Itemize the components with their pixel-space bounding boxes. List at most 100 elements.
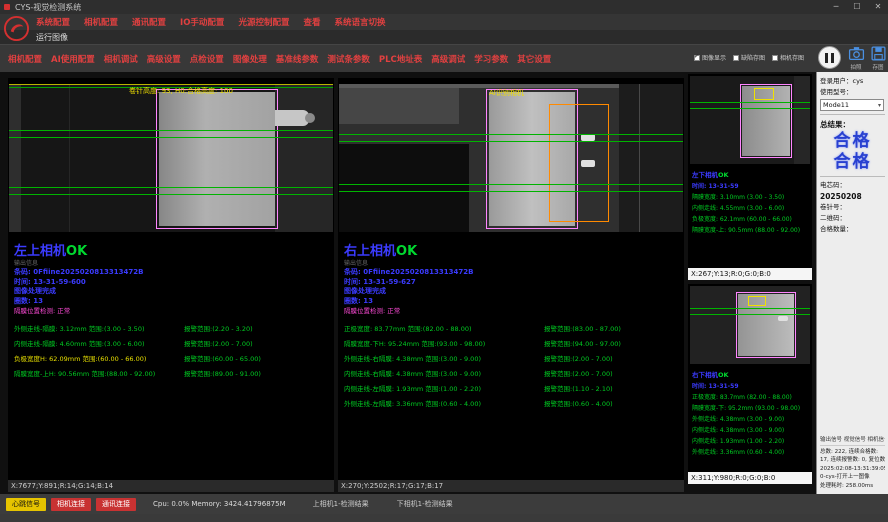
divider <box>820 114 885 115</box>
camera-right-view[interactable]: AI识别相机 <box>339 84 683 232</box>
app-logo <box>3 15 30 42</box>
result-sidebar: 登录用户：cys 使用型号： Mode11 ▾ 总结果： 合格 合格 电芯码： … <box>816 72 888 494</box>
statistics-line: 处理耗时: 258.00ms <box>820 482 885 491</box>
menu-view[interactable]: 查看 <box>303 16 320 28</box>
tab-lower-camera-result[interactable]: 下相机1-检测结果 <box>397 499 453 509</box>
camera-left-results: 左上相机OK 输出信息 条码: 0Ffiine2025020813313472B… <box>14 244 328 382</box>
menu-camera-config[interactable]: 相机配置 <box>84 16 118 28</box>
tab-upper-camera-result[interactable]: 上相机1-检测结果 <box>313 499 369 509</box>
qr-code-label: 二维码： <box>820 213 885 224</box>
close-button[interactable]: ✕ <box>872 0 884 14</box>
camera-name: 右上相机 <box>344 244 396 259</box>
measurement-line: 隔膜宽度: 3.10mm (3.00 - 3.50) <box>692 192 800 203</box>
comm-connection-chip: 通讯连接 <box>96 498 136 511</box>
measurement-row: 外侧走线-隔膜: 3.12mm 范围:(3.00 - 3.50)报警范围:(2.… <box>14 322 328 337</box>
machine-block <box>619 84 683 232</box>
option-defect-save[interactable]: 缺陷存图 <box>733 53 765 62</box>
time-text: 时间: 13-31-59 <box>692 181 800 192</box>
roi-box-yellow <box>754 88 774 100</box>
checkbox-icon[interactable] <box>772 55 778 61</box>
option-camera-save[interactable]: 相机存图 <box>772 53 804 62</box>
measurement-line: 外侧走线: 3.36mm (0.60 - 4.00) <box>692 447 800 458</box>
total-result-label: 总结果： <box>820 118 885 131</box>
statistics-line: 0-cys-打开上一图像 <box>820 473 885 482</box>
roi-box-yellow <box>748 296 766 306</box>
measurement-line: 隔膜宽度-上: 90.5mm (88.00 - 92.00) <box>692 225 800 236</box>
tool-teststrip-params[interactable]: 测试条参数 <box>327 53 370 65</box>
camera-right-panel: AI识别相机 右上相机OK 输出信息 条码: 0Ffiine2025020813… <box>338 78 684 480</box>
option-image-display[interactable]: 图像显示 <box>694 53 726 62</box>
divider <box>820 176 885 177</box>
pause-button[interactable] <box>818 46 841 69</box>
measurement-row: 外侧走线-左隔膜: 3.36mm 范围:(0.60 - 4.00)报警范围:(0… <box>344 397 678 412</box>
height-overlay-label: 卷针高度: 93, H0:合格高度: 100 <box>129 86 233 96</box>
process-done-text: 图像处理完成 <box>14 287 328 297</box>
bright-spot <box>581 134 595 141</box>
bright-spot <box>581 160 595 167</box>
tool-learning-params[interactable]: 学习参数 <box>474 53 508 65</box>
machine-block <box>275 84 333 232</box>
login-user-label: 登录用户： <box>820 77 853 85</box>
measure-line <box>339 191 683 192</box>
pause-icon <box>825 53 828 63</box>
window-title: CYS-视觉检测系统 <box>15 2 81 13</box>
camera-thumb-top-view[interactable] <box>690 76 810 164</box>
app-icon <box>4 4 10 10</box>
tool-other-settings[interactable]: 其它设置 <box>517 53 551 65</box>
measure-line <box>9 137 333 138</box>
tool-camera-debug[interactable]: 相机调试 <box>104 53 138 65</box>
camera-icon <box>848 45 865 62</box>
login-user-row: 登录用户：cys <box>820 76 885 87</box>
menu-comm-config[interactable]: 通讯配置 <box>132 16 166 28</box>
checkbox-icon[interactable] <box>733 55 739 61</box>
main-area: 卷针高度: 93, H0:合格高度: 100 左上相机OK 输出信息 条码: 0… <box>0 72 888 494</box>
capture-button[interactable]: 拍照 <box>846 45 866 71</box>
pause-icon <box>831 53 834 63</box>
measurement-line: 内侧走线: 4.55mm (3.00 - 6.00) <box>692 203 800 214</box>
tool-image-processing[interactable]: 图像处理 <box>233 53 267 65</box>
menu-io-manual-config[interactable]: IO手动配置 <box>180 16 224 28</box>
minimize-button[interactable]: ─ <box>830 0 842 14</box>
tool-ai-config[interactable]: AI使用配置 <box>51 53 95 65</box>
measurement-line: 内侧走线: 1.93mm (1.00 - 2.20) <box>692 436 800 447</box>
tab-run-image[interactable]: 运行图像 <box>36 32 68 43</box>
app-window: CYS-视觉检测系统 ─ ☐ ✕ 系统配置 相机配置 通讯配置 IO手动配置 光… <box>0 0 888 522</box>
roi-box-orange <box>549 104 609 222</box>
tool-baseline-params[interactable]: 基准线参数 <box>276 53 319 65</box>
camera-result-title: 左上相机OK <box>14 244 328 259</box>
total-result-value-2: 合格 <box>820 152 885 173</box>
login-user-value: cys <box>853 77 864 85</box>
measurement-list: 外侧走线-隔膜: 3.12mm 范围:(3.00 - 3.50)报警范围:(2.… <box>14 322 328 382</box>
camera-result-title: 右上相机OK <box>344 244 678 259</box>
cell-code-label: 电芯码： <box>820 180 885 191</box>
measurement-row: 隔膜宽度-上H: 90.56mm 范围:(88.00 - 92.00)报警范围:… <box>14 367 328 382</box>
model-select[interactable]: Mode11 ▾ <box>820 99 884 111</box>
tool-advanced-settings[interactable]: 高级设置 <box>147 53 181 65</box>
tool-advanced-debug[interactable]: 高级调试 <box>431 53 465 65</box>
camera-left-view[interactable]: 卷针高度: 93, H0:合格高度: 100 <box>9 84 333 232</box>
save-caption: 存图 <box>872 63 883 71</box>
output-info-label: 输出信息 <box>344 259 678 268</box>
maximize-button[interactable]: ☐ <box>851 0 863 14</box>
heartbeat-status-chip: 心跳信号 <box>6 498 46 511</box>
measure-line <box>690 314 810 315</box>
statusbar: 心跳信号 相机连接 通讯连接 Cpu: 0.0% Memory: 3424.41… <box>0 494 888 514</box>
menu-language-switch[interactable]: 系统语言切换 <box>334 16 385 28</box>
tool-spot-check[interactable]: 点检设置 <box>190 53 224 65</box>
menu-system-config[interactable]: 系统配置 <box>36 16 70 28</box>
measure-line <box>339 134 683 135</box>
camera-thumb-bottom-view[interactable] <box>690 286 810 364</box>
menubar: 系统配置 相机配置 通讯配置 IO手动配置 光源控制配置 查看 系统语言切换 <box>0 14 888 30</box>
menu-light-control-config[interactable]: 光源控制配置 <box>238 16 289 28</box>
measurement-row: 内侧走线-右隔膜: 4.38mm 范围:(3.00 - 9.00)报警范围:(2… <box>344 367 678 382</box>
model-label: 使用型号： <box>820 87 885 98</box>
thumb-top-results: 左下相机OK 时间: 13-31-59 隔膜宽度: 3.10mm (3.00 -… <box>692 170 800 236</box>
roi-box-pink <box>736 292 796 358</box>
tool-plc-address[interactable]: PLC地址表 <box>379 53 422 65</box>
tool-camera-config[interactable]: 相机配置 <box>8 53 42 65</box>
image-save-options: 图像显示 缺陷存图 相机存图 <box>694 53 804 62</box>
checkbox-icon[interactable] <box>694 55 700 61</box>
measurement-row: 正极宽度: 83.77mm 范围:(82.00 - 88.00)报警范围:(83… <box>344 322 678 337</box>
measurement-line: 内侧走线: 4.38mm (3.00 - 9.00) <box>692 425 800 436</box>
save-image-button[interactable]: 存图 <box>868 45 888 71</box>
